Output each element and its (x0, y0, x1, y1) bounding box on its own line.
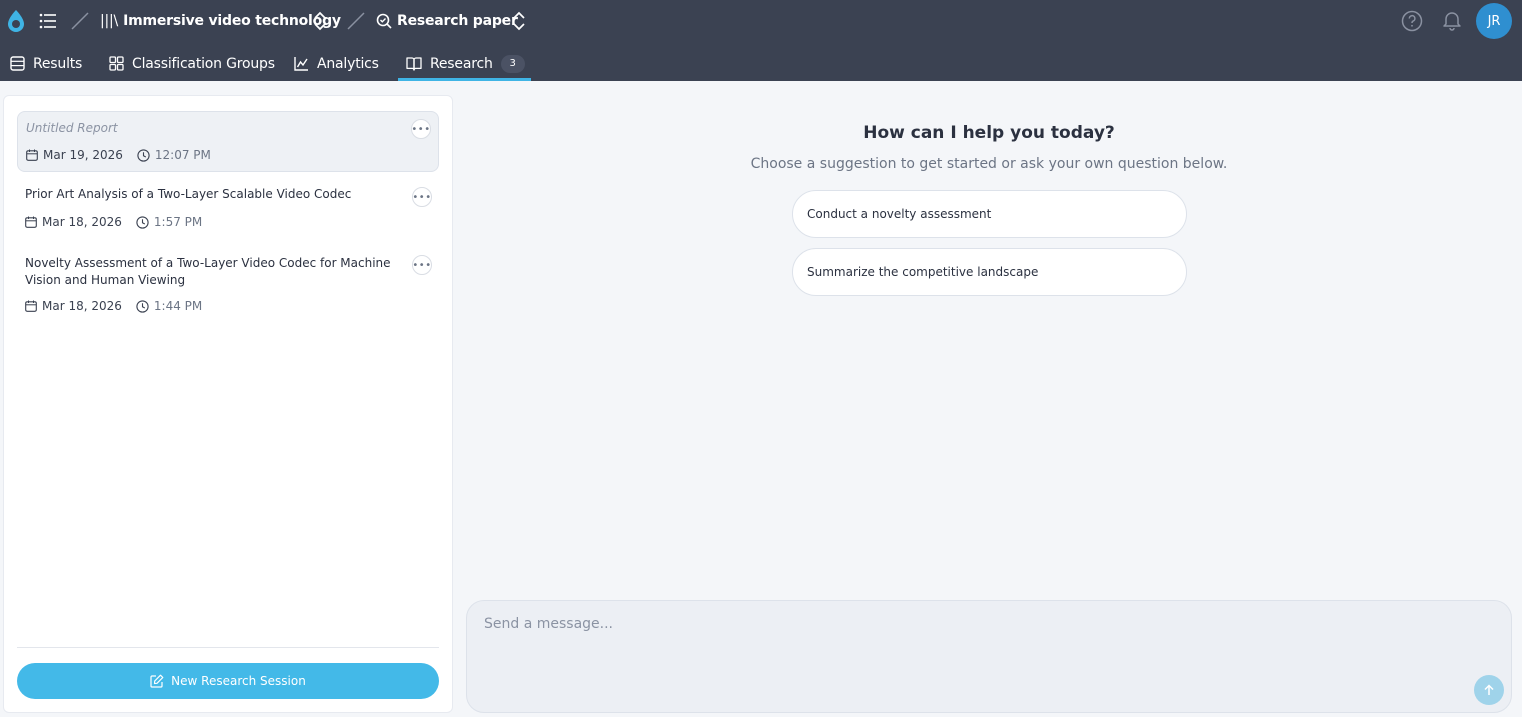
reports-sidebar: Untitled Report Mar 19, 2026 12:07 PM ••… (3, 95, 453, 713)
chevron-up-down-icon[interactable] (312, 11, 328, 31)
report-meta: Mar 18, 2026 1:44 PM (25, 299, 202, 313)
tab-label: Analytics (317, 55, 379, 72)
suggestion-chip[interactable]: Summarize the competitive landscape (792, 248, 1187, 296)
breadcrumb-collection[interactable]: |||\ Immersive video technology (100, 9, 341, 33)
top-bar: |||\ Immersive video technology Research… (0, 0, 1522, 81)
tab-results[interactable]: Results (10, 46, 82, 81)
suggestion-chip[interactable]: Conduct a novelty assessment (792, 190, 1187, 238)
tab-research[interactable]: Research 3 (398, 46, 531, 81)
tab-analytics[interactable]: Analytics (294, 46, 379, 81)
avatar[interactable]: JR (1476, 3, 1512, 39)
tab-classification-groups[interactable]: Classification Groups (109, 46, 275, 81)
report-item[interactable]: Untitled Report Mar 19, 2026 12:07 PM ••… (17, 111, 439, 172)
report-title: Prior Art Analysis of a Two-Layer Scalab… (25, 187, 352, 201)
edit-icon (150, 674, 164, 688)
clock-icon (136, 299, 149, 313)
report-meta: Mar 19, 2026 12:07 PM (26, 148, 211, 162)
breadcrumb-separator-icon (71, 12, 89, 30)
new-session-label: New Research Session (171, 674, 306, 688)
collection-prefix: |||\ (100, 13, 119, 29)
report-time-wrap: 1:57 PM (136, 215, 202, 229)
help-icon[interactable] (1401, 10, 1423, 32)
divider (17, 647, 439, 648)
report-more-button[interactable]: ••• (411, 119, 431, 139)
chart-icon (294, 57, 308, 71)
report-date: Mar 18, 2026 (42, 215, 122, 229)
clock-icon (136, 215, 149, 229)
app-logo-icon[interactable] (5, 9, 27, 33)
tab-label: Classification Groups (132, 55, 275, 72)
report-title: Novelty Assessment of a Two-Layer Video … (25, 256, 391, 287)
search-check-icon (376, 13, 392, 29)
welcome-title: How can I help you today? (863, 123, 1115, 143)
table-icon (10, 56, 25, 71)
new-research-session-button[interactable]: New Research Session (17, 663, 439, 699)
report-time: 1:44 PM (153, 299, 203, 313)
report-more-button[interactable]: ••• (412, 255, 432, 275)
report-date: Mar 19, 2026 (43, 148, 123, 162)
message-composer (466, 600, 1512, 713)
welcome-subtitle: Choose a suggestion to get started or as… (750, 156, 1228, 172)
tab-label: Research (430, 55, 493, 72)
send-button[interactable] (1474, 675, 1504, 705)
grid-icon (109, 56, 124, 71)
report-time-wrap: 1:44 PM (136, 299, 202, 313)
list-menu-icon[interactable] (38, 12, 58, 30)
report-date: Mar 18, 2026 (42, 299, 122, 313)
calendar-icon (26, 149, 38, 161)
clock-icon (137, 148, 150, 162)
collection-name: Immersive video technology (123, 13, 341, 29)
book-icon (406, 57, 422, 71)
report-time: 12:07 PM (154, 148, 211, 162)
breadcrumb-separator-icon (347, 12, 365, 30)
calendar-icon (25, 216, 37, 228)
arrow-up-icon (1484, 684, 1494, 695)
bell-icon[interactable] (1441, 9, 1463, 31)
calendar-icon (25, 300, 37, 312)
report-title: Untitled Report (26, 121, 118, 135)
query-name: Research paper (397, 13, 518, 29)
tab-count-badge: 3 (500, 54, 525, 73)
report-more-button[interactable]: ••• (412, 187, 432, 207)
tab-bar: Results Classification Groups Analytics (0, 46, 700, 81)
report-meta: Mar 18, 2026 1:57 PM (25, 215, 202, 229)
message-input[interactable] (484, 616, 1464, 632)
report-item[interactable]: Novelty Assessment of a Two-Layer Video … (17, 248, 439, 328)
report-time: 1:57 PM (153, 215, 203, 229)
report-item[interactable]: Prior Art Analysis of a Two-Layer Scalab… (17, 180, 439, 240)
report-time-wrap: 12:07 PM (137, 148, 211, 162)
breadcrumb-query[interactable]: Research paper (376, 9, 518, 33)
tab-label: Results (33, 55, 83, 72)
chevron-up-down-icon[interactable] (511, 11, 527, 31)
